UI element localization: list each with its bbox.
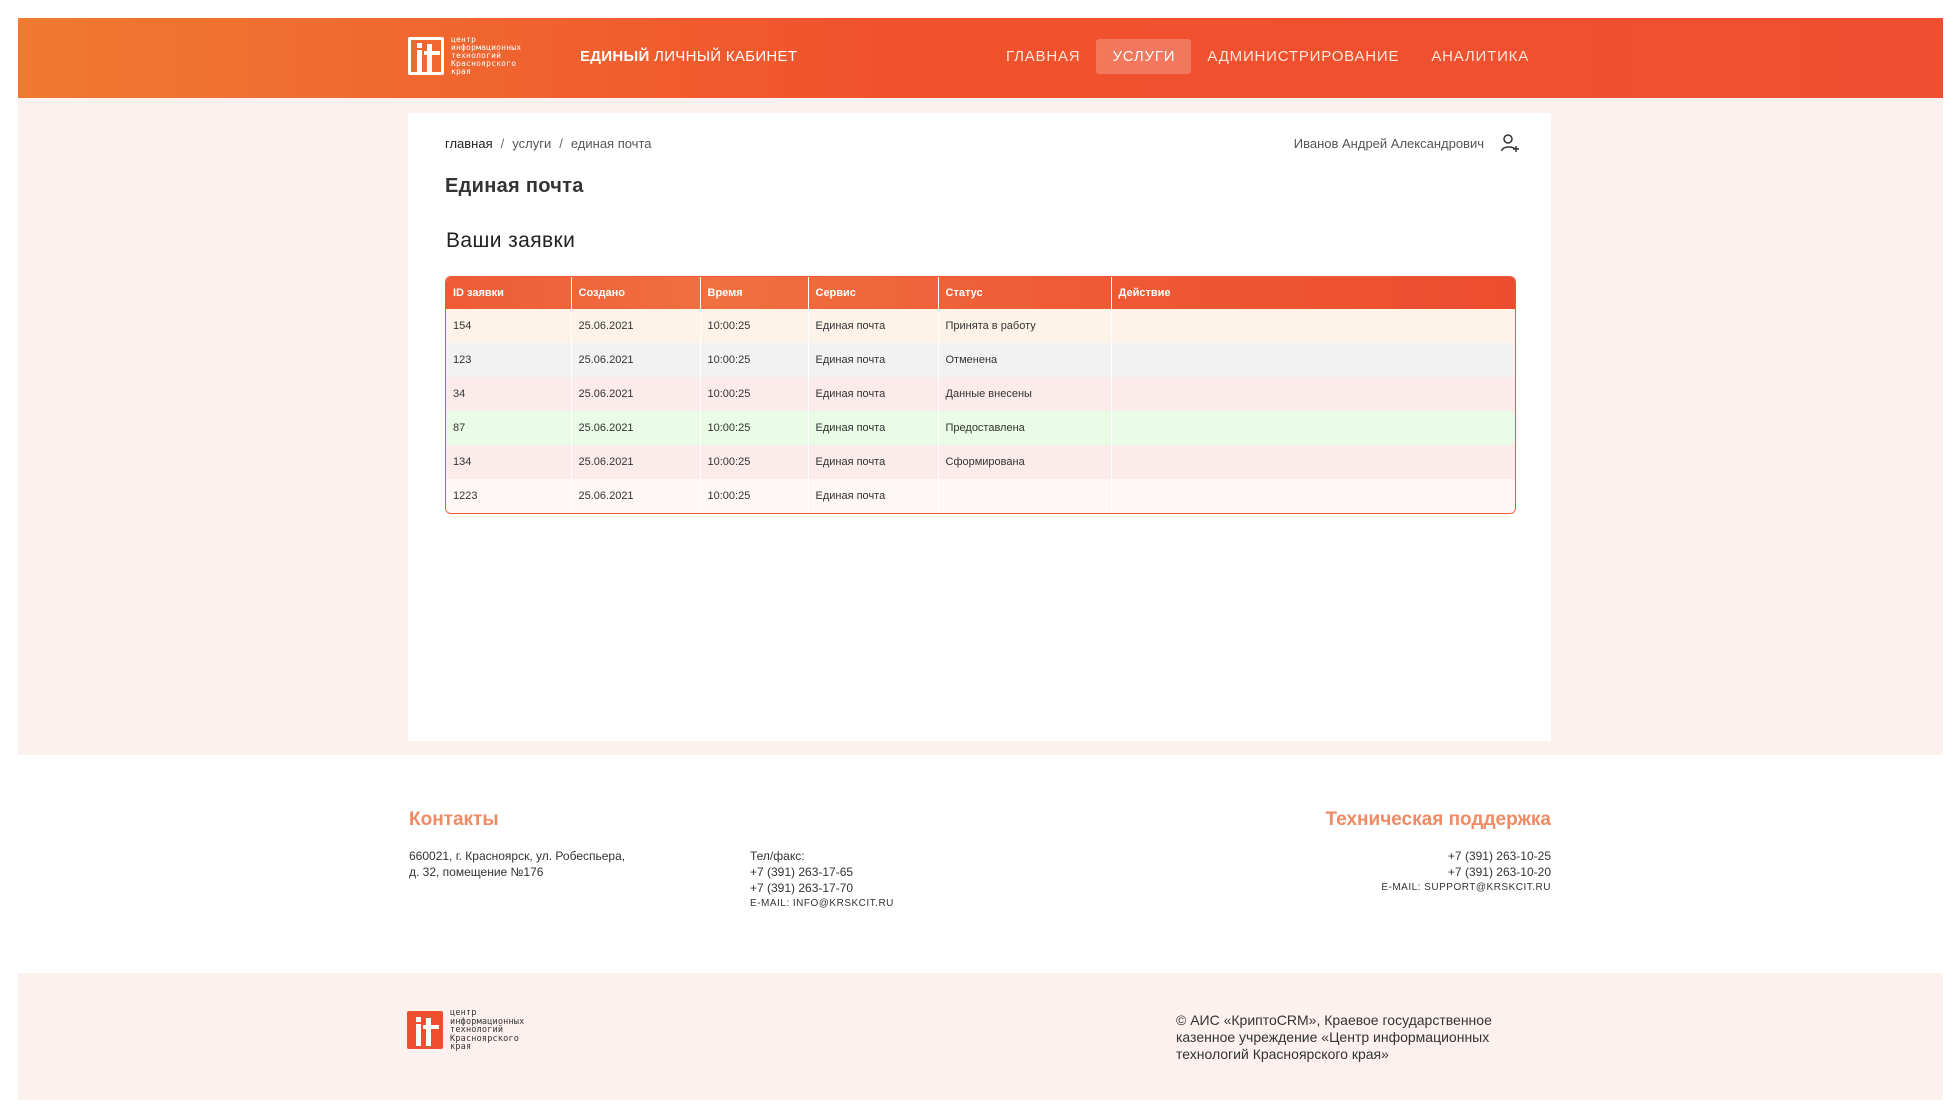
- column-header-time[interactable]: Время: [700, 277, 809, 309]
- email-link[interactable]: E-MAIL: INFO@KRSKCIT.RU: [750, 896, 894, 912]
- cell-status: Принята в работу: [938, 309, 1112, 343]
- breadcrumb: главная / услуги / единая почта: [445, 136, 652, 151]
- cell-created: 25.06.2021: [571, 309, 701, 343]
- table-row[interactable]: 87 25.06.2021 10:00:25 Единая почта Предоста…: [446, 411, 1515, 445]
- contacts-address: 660021, г. Красноярск, ул. Робеспьера, д…: [409, 849, 626, 879]
- user-info: Иванов Андрей Александрович: [1294, 133, 1520, 153]
- it-logo-icon: [408, 37, 444, 75]
- top-header: центр информационных технологий Краснояр…: [18, 18, 1943, 98]
- page-title: Единая почта: [445, 175, 584, 197]
- footer-logo[interactable]: центр информационных технологий Краснояр…: [407, 1009, 524, 1052]
- cell-created: 25.06.2021: [571, 411, 701, 445]
- table-row[interactable]: 123 25.06.2021 10:00:25 Единая почта Отменен…: [446, 343, 1515, 377]
- cell-id: 1223: [446, 479, 572, 513]
- column-header-created[interactable]: Создано: [571, 277, 701, 309]
- support-phone-link[interactable]: +7 (391) 263-10-20: [1381, 864, 1551, 880]
- nav-item-administration[interactable]: АДМИНИСТРИРОВАНИЕ: [1191, 39, 1415, 74]
- table-row[interactable]: 134 25.06.2021 10:00:25 Единая почта Сформир…: [446, 445, 1515, 479]
- cell-service: Единая почта: [808, 445, 939, 479]
- main-nav: ГЛАВНАЯ УСЛУГИ АДМИНИСТРИРОВАНИЕ АНАЛИТИ…: [990, 39, 1545, 74]
- support-phone-link[interactable]: +7 (391) 263-10-25: [1381, 848, 1551, 864]
- contacts-phones: Тел/факс: +7 (391) 263-17-65 +7 (391) 26…: [750, 848, 894, 912]
- support-email-link[interactable]: E-MAIL: SUPPORT@KRSKCIT.RU: [1381, 880, 1551, 896]
- section-title: Ваши заявки: [446, 229, 576, 252]
- cell-action: [1111, 411, 1515, 445]
- user-add-icon[interactable]: [1500, 133, 1520, 153]
- cell-status: Данные внесены: [938, 377, 1112, 411]
- cell-action: [1111, 445, 1515, 479]
- cell-action: [1111, 309, 1515, 343]
- logo-caption: центр информационных технологий Краснояр…: [451, 35, 522, 76]
- cell-status: [938, 479, 1112, 513]
- breadcrumb-separator: /: [559, 136, 563, 151]
- portal-title: ЕДИНЫЙ ЛИЧНЫЙ КАБИНЕТ: [580, 48, 798, 65]
- cell-time: 10:00:25: [700, 445, 809, 479]
- table-row[interactable]: 1223 25.06.2021 10:00:25 Единая почта: [446, 479, 1515, 513]
- cell-service: Единая почта: [808, 343, 939, 377]
- cell-id: 87: [446, 411, 572, 445]
- cell-id: 154: [446, 309, 572, 343]
- table-header-row: ID заявки Создано Время Сервис Статус Де…: [446, 277, 1515, 309]
- breadcrumb-separator: /: [500, 136, 505, 151]
- table-row[interactable]: 154 25.06.2021 10:00:25 Единая почта Принята…: [446, 309, 1515, 343]
- cell-service: Единая почта: [808, 377, 939, 411]
- nav-item-analytics[interactable]: АНАЛИТИКА: [1415, 39, 1545, 74]
- cell-created: 25.06.2021: [571, 445, 701, 479]
- requests-table: ID заявки Создано Время Сервис Статус Де…: [445, 276, 1516, 514]
- breadcrumb-services[interactable]: услуги: [512, 136, 551, 151]
- cell-status: Сформирована: [938, 445, 1112, 479]
- cell-time: 10:00:25: [700, 377, 809, 411]
- cell-status: Предоставлена: [938, 411, 1112, 445]
- cell-id: 123: [446, 343, 572, 377]
- phone-label: Тел/факс:: [750, 849, 805, 863]
- nav-item-home[interactable]: ГЛАВНАЯ: [990, 39, 1096, 74]
- cell-created: 25.06.2021: [571, 479, 701, 513]
- cell-action: [1111, 479, 1515, 513]
- phone-link[interactable]: +7 (391) 263-17-65: [750, 864, 894, 880]
- cell-status: Отменена: [938, 343, 1112, 377]
- cell-time: 10:00:25: [700, 343, 809, 377]
- table-row[interactable]: 34 25.06.2021 10:00:25 Единая почта Данные в…: [446, 377, 1515, 411]
- column-header-status[interactable]: Статус: [938, 277, 1112, 309]
- user-name[interactable]: Иванов Андрей Александрович: [1294, 136, 1484, 151]
- it-logo-icon: [407, 1011, 443, 1050]
- column-header-action[interactable]: Действие: [1111, 277, 1515, 309]
- cell-id: 134: [446, 445, 572, 479]
- header-logo[interactable]: центр информационных технологий Краснояр…: [408, 36, 521, 76]
- breadcrumb-home[interactable]: главная: [445, 136, 493, 151]
- cell-time: 10:00:25: [700, 411, 809, 445]
- nav-item-services[interactable]: УСЛУГИ: [1096, 39, 1192, 74]
- cell-action: [1111, 377, 1515, 411]
- cell-created: 25.06.2021: [571, 377, 701, 411]
- column-header-service[interactable]: Сервис: [808, 277, 939, 309]
- cell-time: 10:00:25: [700, 479, 809, 513]
- bottom-footer: центр информационных технологий Краснояр…: [18, 973, 1943, 1100]
- support-contacts: +7 (391) 263-10-25 +7 (391) 263-10-20 E-…: [1381, 848, 1551, 896]
- cell-service: Единая почта: [808, 309, 939, 343]
- column-header-id[interactable]: ID заявки: [446, 277, 572, 309]
- logo-caption: центр информационных технологий Краснояр…: [450, 1008, 525, 1052]
- cell-service: Единая почта: [808, 411, 939, 445]
- cell-created: 25.06.2021: [571, 343, 701, 377]
- breadcrumb-current: единая почта: [570, 136, 652, 151]
- cell-time: 10:00:25: [700, 309, 809, 343]
- cell-action: [1111, 343, 1515, 377]
- contacts-title: Контакты: [409, 809, 499, 830]
- copyright-text: © АИС «КриптоCRM», Краевое государственн…: [1176, 1012, 1492, 1062]
- cell-id: 34: [446, 377, 572, 411]
- support-title: Техническая поддержка: [1325, 809, 1551, 830]
- cell-service: Единая почта: [808, 479, 939, 513]
- phone-link[interactable]: +7 (391) 263-17-70: [750, 880, 894, 896]
